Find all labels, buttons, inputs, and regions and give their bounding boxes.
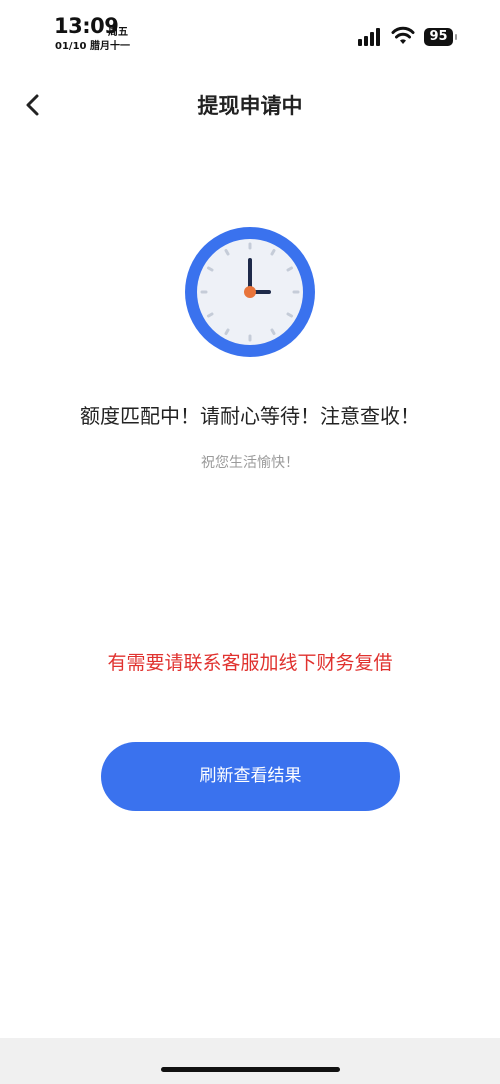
home-indicator[interactable] bbox=[161, 1067, 340, 1072]
status-weekday: 周五 bbox=[108, 27, 128, 38]
battery-icon: 95 bbox=[424, 28, 453, 46]
customer-service-notice: 有需要请联系客服加线下财务复借 bbox=[107, 652, 393, 674]
main-message: 额度匹配中！请耐心等待！注意查收！ bbox=[80, 404, 420, 428]
wifi-icon bbox=[391, 26, 415, 44]
clock-icon bbox=[185, 227, 315, 357]
bottom-bar bbox=[0, 1038, 500, 1084]
sub-message: 祝您生活愉快！ bbox=[201, 455, 299, 471]
status-bar: 13:09 周五 01/10 腊月十一 95 bbox=[0, 0, 500, 60]
refresh-result-button[interactable]: 刷新查看结果 bbox=[101, 742, 400, 811]
battery-cap bbox=[455, 34, 457, 40]
nav-bar: 提现申请中 bbox=[0, 80, 500, 130]
status-date: 01/10 腊月十一 bbox=[55, 41, 130, 52]
signal-icon bbox=[358, 28, 380, 46]
page-title: 提现申请中 bbox=[197, 94, 303, 118]
